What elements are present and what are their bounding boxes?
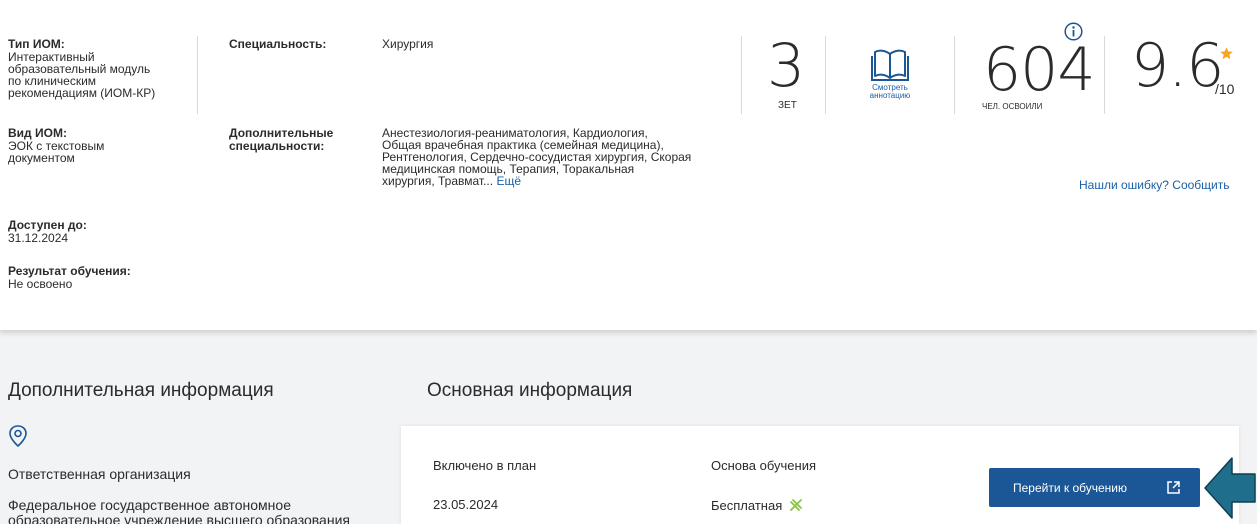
extra-specialties-line-5: хирургия, Травмат... Ещё <box>382 175 691 187</box>
specialty-label: Специальность: <box>229 37 327 51</box>
divider <box>825 36 826 114</box>
responsible-org-name: Федеральное государственное автономное о… <box>8 498 350 524</box>
learning-result-value: Не освоено <box>8 277 73 291</box>
view-annotation-button[interactable]: Смотреть аннотацию <box>852 46 928 100</box>
module-kind-value-2: документом <box>8 151 75 165</box>
responsible-org-title: Ответственная организация <box>8 466 191 482</box>
extra-specialties-list: Анестезиология-реаниматология, Кардиолог… <box>382 127 691 187</box>
module-type-block: Тип ИОМ: Интерактивный образовательный м… <box>8 38 156 100</box>
rating-max: /10 <box>1215 81 1235 97</box>
divider <box>954 36 955 114</box>
view-annotation-line2: аннотацию <box>869 91 911 100</box>
learning-basis-value: Бесплатная <box>711 497 783 513</box>
included-in-plan-value: 23.05.2024 <box>433 497 499 512</box>
divider <box>741 36 742 114</box>
learners-count: 604 <box>983 35 1096 105</box>
additional-info-heading: Дополнительная информация <box>8 380 274 401</box>
learning-basis-value-row: Бесплатная <box>711 497 804 513</box>
go-to-learning-label: Перейти к обучению <box>1013 480 1128 495</box>
show-more-link[interactable]: Ещё <box>496 174 521 188</box>
included-in-plan-label: Включено в план <box>433 458 537 473</box>
learning-result-block: Результат обучения: Не освоено <box>8 265 131 291</box>
available-until-value: 31.12.2024 <box>8 231 69 245</box>
module-type-value-4: рекомендациям (ИОМ-КР) <box>8 86 156 100</box>
divider <box>197 36 198 114</box>
responsible-org-line-2: образовательное учреждение высшего образ… <box>8 512 350 524</box>
report-error-link[interactable]: Нашли ошибку? Сообщить <box>1079 178 1230 192</box>
module-kind-block: Вид ИОМ: ЭОК с текстовым документом <box>8 127 104 165</box>
extra-specialties-label-2: специальности: <box>229 139 325 153</box>
external-link-icon <box>1166 480 1181 498</box>
rating-value: 9.6 <box>1131 31 1224 101</box>
available-until-block: Доступен до: 31.12.2024 <box>8 219 87 245</box>
specialty-value: Хирургия <box>382 37 434 51</box>
module-summary-panel: Тип ИОМ: Интерактивный образовательный м… <box>0 0 1257 330</box>
location-pin-icon <box>8 425 28 452</box>
main-info-heading: Основная информация <box>427 380 633 401</box>
responsible-org-line-1: Федеральное государственное автономное <box>8 497 291 513</box>
extra-specialties-label: Дополнительные специальности: <box>229 127 333 153</box>
learning-basis-label: Основа обучения <box>711 458 816 473</box>
extra-specialties-tail: хирургия, Травмат... <box>382 174 494 188</box>
pointer-arrow-icon <box>1202 452 1257 524</box>
free-badge-icon <box>788 497 804 513</box>
divider <box>1104 36 1105 114</box>
zet-label: ЗЕТ <box>778 100 797 111</box>
go-to-learning-button[interactable]: Перейти к обучению <box>989 468 1200 507</box>
learners-label: ЧЕЛ. ОСВОИЛИ <box>982 102 1043 111</box>
zet-value: 3 <box>767 31 805 101</box>
star-icon <box>1219 46 1234 66</box>
book-icon <box>852 46 928 84</box>
